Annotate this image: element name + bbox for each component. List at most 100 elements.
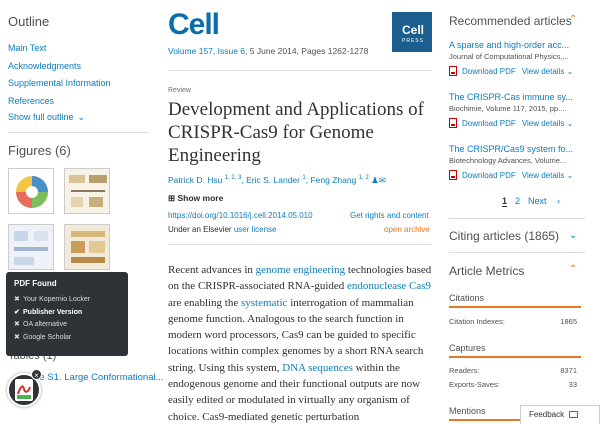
show-full-outline-button[interactable]: Show full outline ⌄ (8, 112, 85, 123)
option-label: Your Kopernio Locker (23, 296, 91, 303)
divider (449, 218, 585, 219)
option-label: Google Scholar (23, 333, 72, 341)
mentions-heading: Mentions (449, 406, 486, 416)
author-link[interactable]: Eric S. Lander 1 (246, 175, 306, 185)
keyword-link[interactable]: systematic (241, 297, 287, 309)
captures-heading: Captures (449, 343, 486, 353)
popup-option-oa[interactable]: ✖ OA alternative (14, 319, 120, 332)
popup-option-publisher[interactable]: ✔ Publisher Version (14, 307, 120, 320)
page-1-button[interactable]: 1 (502, 196, 508, 207)
divider (449, 252, 585, 253)
download-pdf-link[interactable]: Download PDF (462, 67, 516, 76)
divider (168, 70, 432, 71)
pdf-icon (449, 66, 457, 76)
license-prefix: Under an Elsevier (168, 225, 234, 234)
next-label: Next (528, 196, 547, 206)
popup-option-google-scholar[interactable]: ✖ Google Scholar (14, 332, 120, 345)
view-details-link[interactable]: View details (522, 171, 565, 180)
abstract-text: Recent advances in genome engineering te… (168, 264, 432, 423)
author-list: Patrick D. Hsu 1, 2, 3, Eric S. Lander 1… (168, 175, 386, 185)
figures-title: Figures (6) (8, 143, 71, 158)
journal-info: Volume 157, Issue 6, 5 June 2014, Pages … (168, 46, 368, 56)
person-icon: ♟ (371, 175, 379, 185)
open-archive-label: open archive (384, 225, 430, 234)
metric-value: 1865 (560, 317, 577, 326)
chevron-down-icon: ⌄ (77, 112, 86, 122)
recommended-item: The CRISPR/Cas9 system fo... Biotechnolo… (449, 144, 581, 180)
recommended-title[interactable]: Recommended articles (449, 14, 572, 28)
article-title: Development and Applications of CRISPR-C… (168, 99, 424, 166)
view-details-link[interactable]: View details (522, 67, 565, 76)
outline-list: Main Text Acknowledgments Supplemental I… (8, 40, 111, 110)
option-label: Publisher Version (23, 308, 83, 316)
chevron-up-icon[interactable]: ⌃ (569, 264, 577, 275)
recommended-item-title[interactable]: The CRISPR-Cas immune sy... (449, 92, 581, 102)
divider (168, 244, 432, 245)
recommended-item: A sparse and high-order acc... Journal o… (449, 40, 581, 76)
outline-item-references[interactable]: References (8, 93, 111, 111)
figure-thumbnail-1[interactable] (8, 168, 54, 214)
divider (8, 132, 148, 133)
license-text: Under an Elsevier user license (168, 225, 277, 234)
outline-title: Outline (8, 14, 50, 29)
recommended-item-title[interactable]: A sparse and high-order acc... (449, 40, 581, 50)
option-label: OA alternative (23, 321, 67, 328)
metric-row: Citation Indexes: 1865 (449, 317, 581, 326)
right-sidebar: Recommended articles ⌃ A sparse and high… (449, 0, 600, 424)
popup-title: PDF Found (14, 279, 57, 288)
author-link[interactable]: Patrick D. Hsu 1, 2, 3 (168, 175, 241, 185)
issue-link[interactable]: Volume 157, Issue 6 (168, 46, 245, 56)
metric-row: Exports-Saves: 33 (449, 380, 581, 389)
pdf-icon (449, 118, 457, 128)
figure-thumbnail-4[interactable] (64, 224, 110, 270)
journal-logo[interactable]: Cell (168, 8, 220, 42)
license-link[interactable]: user license (234, 225, 277, 234)
feedback-label: Feedback (529, 410, 565, 419)
download-pdf-link[interactable]: Download PDF (462, 171, 516, 180)
metric-label: Citation Indexes: (449, 317, 505, 326)
cross-icon: ✖ (14, 333, 20, 341)
rights-link[interactable]: Get rights and content (350, 211, 429, 220)
doi-link[interactable]: https://doi.org/10.1016/j.cell.2014.05.0… (168, 211, 313, 220)
view-details-link[interactable]: View details (522, 119, 565, 128)
outline-item-main-text[interactable]: Main Text (8, 40, 111, 58)
chat-bubble-icon (569, 411, 579, 418)
page-2-button[interactable]: 2 (515, 196, 520, 206)
article-type: Review (168, 87, 191, 94)
keyword-link[interactable]: genome engineering (256, 264, 346, 276)
outline-item-supplemental[interactable]: Supplemental Information (8, 75, 111, 93)
article-main: Cell Volume 157, Issue 6, 5 June 2014, P… (160, 0, 440, 424)
show-more-button[interactable]: ⊞ Show more (168, 193, 223, 204)
email-icon[interactable]: ✉ (379, 175, 386, 185)
keyword-link[interactable]: DNA sequences (282, 362, 353, 374)
figure-thumbnail-3[interactable] (8, 224, 54, 270)
recommended-item-journal: Journal of Computational Physics,... (449, 52, 569, 61)
article-metrics-title[interactable]: Article Metrics (449, 264, 524, 278)
popup-option-locker[interactable]: ✖ Your Kopernio Locker (14, 294, 120, 307)
chevron-down-icon[interactable]: ⌄ (569, 230, 577, 241)
metric-value: 33 (568, 380, 577, 389)
feedback-button[interactable]: Feedback (520, 405, 600, 424)
figure-thumbnail-2[interactable] (64, 168, 110, 214)
chevron-right-icon: › (557, 196, 561, 206)
cell-press-logo[interactable]: Cell PRESS (392, 12, 432, 52)
pdf-found-popup: PDF Found ✖ Your Kopernio Locker ✔ Publish… (6, 272, 128, 356)
metric-label: Readers: (449, 366, 480, 375)
citing-articles-title[interactable]: Citing articles (1865) (449, 229, 559, 243)
outline-item-acknowledgments[interactable]: Acknowledgments (8, 58, 111, 76)
metric-row: Readers: 8371 (449, 366, 581, 375)
recommended-item-title[interactable]: The CRISPR/Cas9 system fo... (449, 144, 581, 154)
table-s1-link[interactable]: Table S1. Large Conformational... (22, 372, 164, 383)
chevron-down-icon: ⌄ (566, 67, 574, 76)
author-link[interactable]: Feng Zhang 1, 2 (310, 175, 368, 185)
cross-icon: ✖ (14, 296, 20, 303)
cross-icon: ✖ (14, 321, 20, 328)
download-pdf-link[interactable]: Download PDF (462, 119, 516, 128)
show-full-outline-label: Show full outline (8, 112, 74, 122)
keyword-link[interactable]: endonuclease Cas9 (347, 280, 431, 292)
show-more-label: Show more (177, 193, 224, 203)
chevron-up-icon[interactable]: ⌃ (569, 14, 577, 25)
issue-details: , 5 June 2014, Pages 1262-1278 (245, 46, 369, 56)
close-icon[interactable]: × (31, 369, 42, 380)
next-page-button[interactable]: Next › (528, 196, 568, 206)
